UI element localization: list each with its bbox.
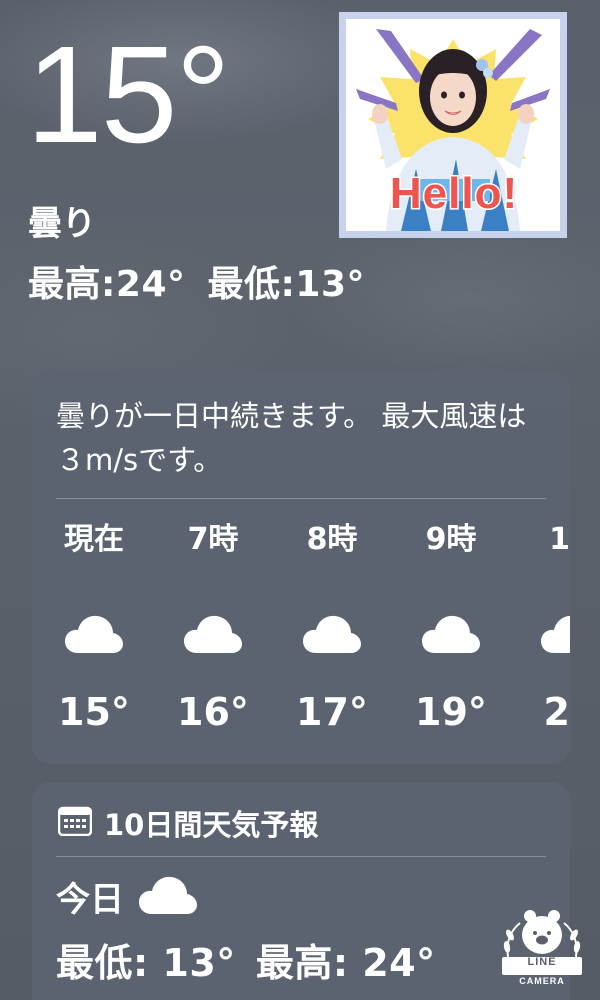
hour-item: 9時 19° — [391, 520, 511, 736]
today-low-high: 最低: 13° 最高: 24° — [56, 932, 436, 987]
line-camera-watermark: LINE CAMERA — [498, 905, 586, 990]
forecast-title: 10日間天気予報 — [104, 808, 319, 842]
high-low-temps: 最高:24° 最低:13° — [28, 255, 365, 307]
watermark-brand-bottom: CAMERA — [519, 976, 565, 986]
hour-temp: 17° — [296, 690, 368, 734]
hour-label: 8時 — [306, 522, 358, 557]
ten-day-forecast-card[interactable]: 10日間天気予報 今日 最低: 13° 最高: 24° — [32, 782, 570, 1000]
today-label: 今日 — [56, 880, 124, 920]
hello-sticker-image: Hello! — [339, 12, 567, 238]
hour-label: 7時 — [187, 522, 239, 557]
hour-label: 9時 — [425, 522, 477, 557]
today-high: 最高: 24° — [255, 941, 436, 985]
hour-item: 10 20 — [510, 520, 570, 736]
card-divider — [56, 856, 546, 857]
hour-label: 現在 — [64, 522, 124, 557]
cloud-icon — [34, 594, 154, 674]
cloud-icon — [153, 594, 273, 674]
calendar-icon — [57, 806, 93, 840]
watermark-brand-top: LINE — [527, 956, 557, 968]
cloud-icon — [272, 594, 392, 674]
cloud-icon — [510, 594, 570, 674]
hour-temp: 20 — [543, 690, 570, 734]
sticker-hello-text: Hello! — [388, 168, 519, 220]
cloud-icon — [391, 594, 511, 674]
hourly-forecast-card[interactable]: 曇りが一日中続きます。 最大風速は３m/sです。 現在 15° 7時 16° 8… — [32, 370, 570, 764]
cloud-icon — [138, 874, 198, 920]
hour-temp: 15° — [58, 690, 130, 734]
hourly-scroll-row[interactable]: 現在 15° 7時 16° 8時 17° 9時 19° 1 2 — [32, 520, 570, 734]
hour-label: 10 — [549, 522, 570, 557]
hour-item: 現在 15° — [34, 520, 154, 736]
hour-temp: 19° — [415, 690, 487, 734]
forecast-summary: 曇りが一日中続きます。 最大風速は３m/sです。 — [56, 399, 527, 477]
high-temp: 最高:24° — [28, 264, 186, 305]
forecast-header: 10日間天気予報 — [57, 802, 319, 844]
card-divider — [56, 498, 546, 499]
hour-item: 8時 17° — [272, 520, 392, 736]
hour-item: 7時 16° — [153, 520, 273, 736]
hour-temp: 16° — [177, 690, 249, 734]
today-row[interactable]: 今日 — [56, 872, 198, 921]
today-low: 最低: 13° — [56, 941, 236, 985]
weather-condition: 曇り — [28, 204, 96, 244]
current-temperature: 15° — [26, 18, 231, 172]
low-temp: 最低:13° — [207, 264, 365, 305]
